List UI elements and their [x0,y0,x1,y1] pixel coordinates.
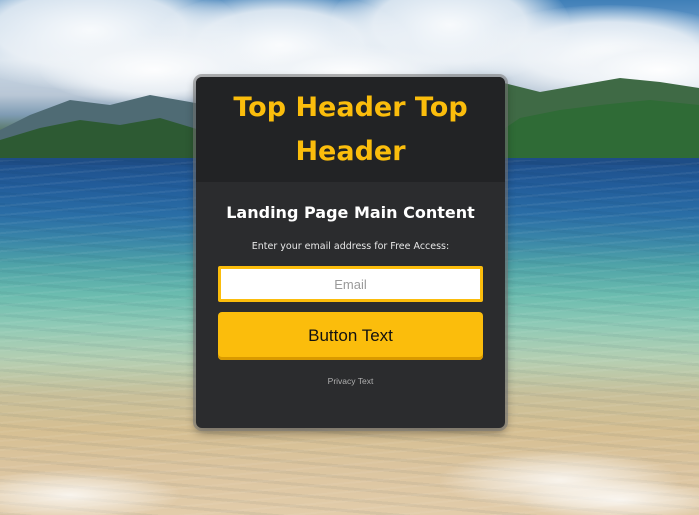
card-body: Landing Page Main Content Enter your ema… [196,182,505,386]
privacy-text[interactable]: Privacy Text [196,376,505,386]
header-title: Top Header Top Header [233,91,468,167]
landing-page: Top Header Top Header Landing Page Main … [0,0,699,515]
email-input[interactable] [221,269,480,299]
card-header: Top Header Top Header [196,77,505,182]
signup-card: Top Header Top Header Landing Page Main … [196,77,505,428]
submit-button[interactable]: Button Text [218,312,483,360]
email-field-border [218,266,483,302]
email-prompt: Enter your email address for Free Access… [251,241,450,252]
main-content-title: Landing Page Main Content [226,203,475,222]
